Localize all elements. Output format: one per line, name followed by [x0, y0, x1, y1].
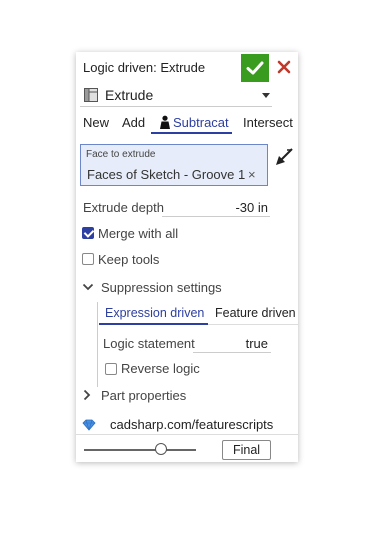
feature-dialog: Logic driven: Extrude Extrude New Add Su… — [76, 52, 299, 462]
direction-arrow-icon[interactable] — [274, 147, 294, 167]
keep-tools-label: Keep tools — [98, 252, 160, 267]
logic-statement-underline — [193, 352, 271, 353]
face-to-extrude-field[interactable]: Face to extrude Faces of Sketch - Groove… — [80, 144, 268, 186]
tab-feature-driven[interactable]: Feature driven — [215, 306, 296, 320]
subtract-icon — [160, 115, 170, 129]
dialog-titlebar: Logic driven: Extrude — [76, 52, 298, 82]
tab-add[interactable]: Add — [122, 115, 145, 130]
feature-type-dropdown[interactable]: Extrude — [80, 83, 272, 107]
logic-statement-input[interactable]: true — [208, 336, 268, 351]
face-field-value: Faces of Sketch - Groove 1 — [87, 167, 246, 182]
chevron-down-icon[interactable] — [82, 282, 94, 292]
subtab-divider — [208, 324, 299, 325]
checkmark-icon — [246, 61, 264, 75]
clear-selection-icon[interactable]: × — [248, 167, 256, 182]
extrude-depth-label: Extrude depth — [83, 200, 164, 215]
ok-button[interactable] — [241, 54, 269, 82]
suppression-settings-header[interactable]: Suppression settings — [101, 280, 222, 295]
reverse-logic-label: Reverse logic — [121, 361, 200, 376]
dialog-footer: Final — [76, 434, 298, 462]
keep-tools-checkbox[interactable] — [82, 253, 94, 265]
active-tab-indicator — [151, 132, 232, 134]
chevron-down-icon — [262, 93, 270, 98]
extrude-depth-input[interactable]: -30 in — [196, 200, 268, 215]
part-properties-header[interactable]: Part properties — [101, 388, 186, 403]
merge-with-all-checkbox[interactable] — [82, 227, 94, 239]
feature-type-label: Extrude — [105, 87, 154, 103]
tab-expression-driven[interactable]: Expression driven — [105, 306, 204, 320]
reverse-logic-checkbox[interactable] — [105, 363, 117, 375]
featurescripts-link[interactable]: cadsharp.com/featurescripts — [110, 417, 273, 432]
merge-with-all-label: Merge with all — [98, 226, 179, 241]
tab-intersect[interactable]: Intersect — [243, 115, 293, 130]
face-field-label: Face to extrude — [86, 149, 156, 160]
tab-subtract[interactable]: Subtracat — [173, 115, 229, 130]
extrude-icon — [84, 88, 98, 102]
final-button[interactable]: Final — [222, 440, 271, 460]
extrude-depth-underline — [162, 216, 270, 217]
dialog-title: Logic driven: Extrude — [83, 60, 206, 75]
logic-statement-label: Logic statement — [103, 336, 195, 351]
operation-tabs: New Add Subtracat Intersect — [76, 112, 298, 134]
diamond-icon — [82, 419, 96, 431]
suppression-settings-panel: Expression driven Feature driven Logic s… — [97, 302, 299, 387]
active-subtab-indicator — [99, 323, 208, 325]
tab-new[interactable]: New — [83, 115, 109, 130]
close-icon — [277, 60, 291, 74]
preview-slider-thumb[interactable] — [155, 443, 167, 455]
preview-slider-track[interactable] — [84, 449, 196, 451]
cancel-button[interactable] — [273, 56, 295, 78]
chevron-right-icon[interactable] — [82, 389, 92, 401]
